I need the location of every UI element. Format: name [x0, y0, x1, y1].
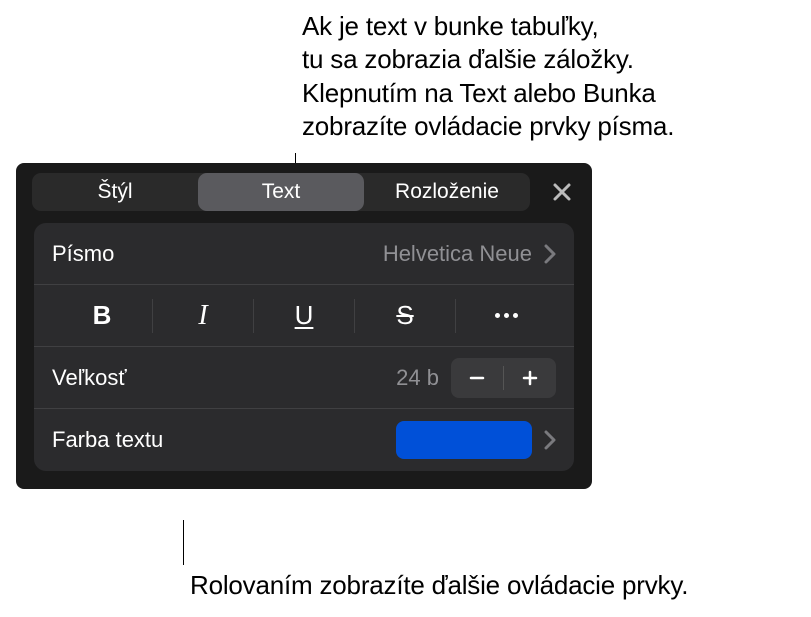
italic-button[interactable]: I: [153, 285, 253, 347]
tab-text[interactable]: Text: [198, 173, 364, 211]
size-stepper: [451, 358, 556, 398]
close-icon: [551, 181, 573, 203]
size-increase-button[interactable]: [504, 358, 556, 398]
size-row: Veľkosť 24 b: [34, 347, 574, 409]
text-color-row[interactable]: Farba textu: [34, 409, 574, 471]
color-swatch[interactable]: [396, 421, 532, 459]
format-row: B I U S: [34, 285, 574, 347]
font-row[interactable]: Písmo Helvetica Neue: [34, 223, 574, 285]
text-color-label: Farba textu: [52, 427, 163, 453]
size-decrease-button[interactable]: [451, 358, 503, 398]
size-label: Veľkosť: [52, 365, 127, 391]
minus-icon: [468, 369, 486, 387]
callout-top-text: Ak je text v bunke tabuľky, tu sa zobraz…: [302, 10, 674, 143]
more-icon: [495, 313, 518, 318]
font-value: Helvetica Neue: [383, 241, 532, 267]
callout-bottom-text: Rolovaním zobrazíte ďalšie ovládacie prv…: [190, 570, 688, 601]
font-label: Písmo: [52, 241, 114, 267]
more-formats-button[interactable]: [456, 285, 556, 347]
panel-content: Písmo Helvetica Neue B I U S Veľkosť 24 …: [34, 223, 574, 471]
font-value-group: Helvetica Neue: [383, 241, 556, 267]
tab-group: Štýl Text Rozloženie: [32, 173, 530, 211]
plus-icon: [521, 369, 539, 387]
tab-style[interactable]: Štýl: [32, 173, 198, 211]
color-value-group: [396, 421, 556, 459]
close-button[interactable]: [548, 178, 576, 206]
format-panel: Štýl Text Rozloženie Písmo Helvetica Neu…: [16, 163, 592, 489]
strikethrough-button[interactable]: S: [355, 285, 455, 347]
callout-leader-line-bottom: [183, 520, 184, 565]
bold-button[interactable]: B: [52, 285, 152, 347]
tab-bar: Štýl Text Rozloženie: [16, 163, 592, 223]
underline-button[interactable]: U: [254, 285, 354, 347]
chevron-right-icon: [544, 244, 556, 264]
tab-layout[interactable]: Rozloženie: [364, 173, 530, 211]
chevron-right-icon: [544, 430, 556, 450]
size-controls: 24 b: [396, 358, 556, 398]
size-value: 24 b: [396, 365, 439, 391]
